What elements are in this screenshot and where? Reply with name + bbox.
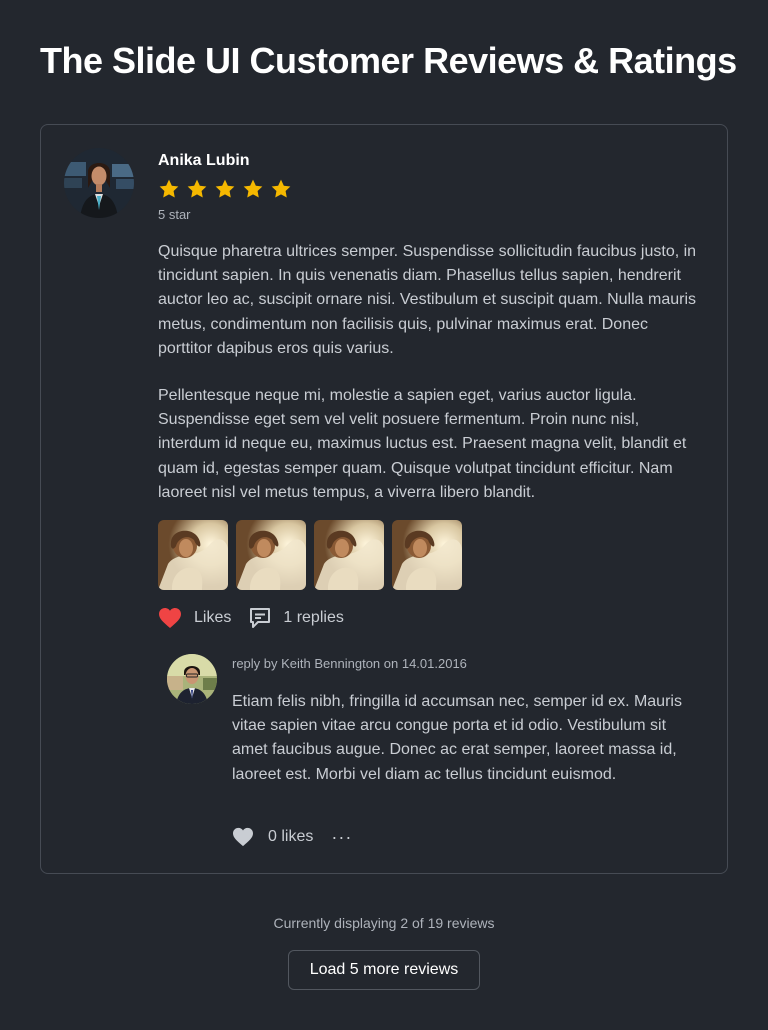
heart-icon [233,827,253,847]
star-icon [242,178,264,200]
review-photo[interactable] [236,520,306,590]
review-paragraph: Pellentesque neque mi, molestie a sapien… [158,387,687,501]
review-count: Currently displaying 2 of 19 reviews [273,915,495,931]
more-options-button[interactable]: ··· [331,828,352,846]
like-button[interactable]: Likes [158,607,231,629]
reply-actions: 0 likes ··· [232,827,352,847]
review-photo[interactable] [392,520,462,590]
author-name: Anika Lubin [158,152,250,169]
reply-likes-label: 0 likes [268,828,314,845]
star-icon [270,178,292,200]
reply-text: Etiam felis nibh, fringilla id accumsan … [232,693,682,783]
rating-label: 5 star [158,207,191,222]
comment-icon [250,608,271,628]
reviews-page: The Slide UI Customer Reviews & Ratings … [0,0,768,1030]
review-actions: Likes 1 replies [158,607,344,629]
replies-button[interactable]: 1 replies [249,607,344,629]
rating-stars [158,178,292,200]
star-icon [214,178,236,200]
reply-like-button[interactable]: 0 likes [232,827,313,847]
star-icon [186,178,208,200]
reply-meta: reply by Keith Bennington on 14.01.2016 [232,656,467,671]
load-more-button[interactable]: Load 5 more reviews [288,950,480,990]
heart-icon [159,608,181,628]
review-photo[interactable] [158,520,228,590]
review-card: Anika Lubin 5 star Quisque pharetra ultr… [40,124,728,874]
star-icon [158,178,180,200]
reply-author-avatar [167,654,217,704]
likes-label: Likes [194,609,232,626]
replies-label: 1 replies [283,609,344,626]
review-photos [158,520,462,590]
review-paragraph: Quisque pharetra ultrices semper. Suspen… [158,243,697,357]
author-avatar [64,148,134,218]
review-photo[interactable] [314,520,384,590]
page-title: The Slide UI Customer Reviews & Ratings [40,40,737,81]
